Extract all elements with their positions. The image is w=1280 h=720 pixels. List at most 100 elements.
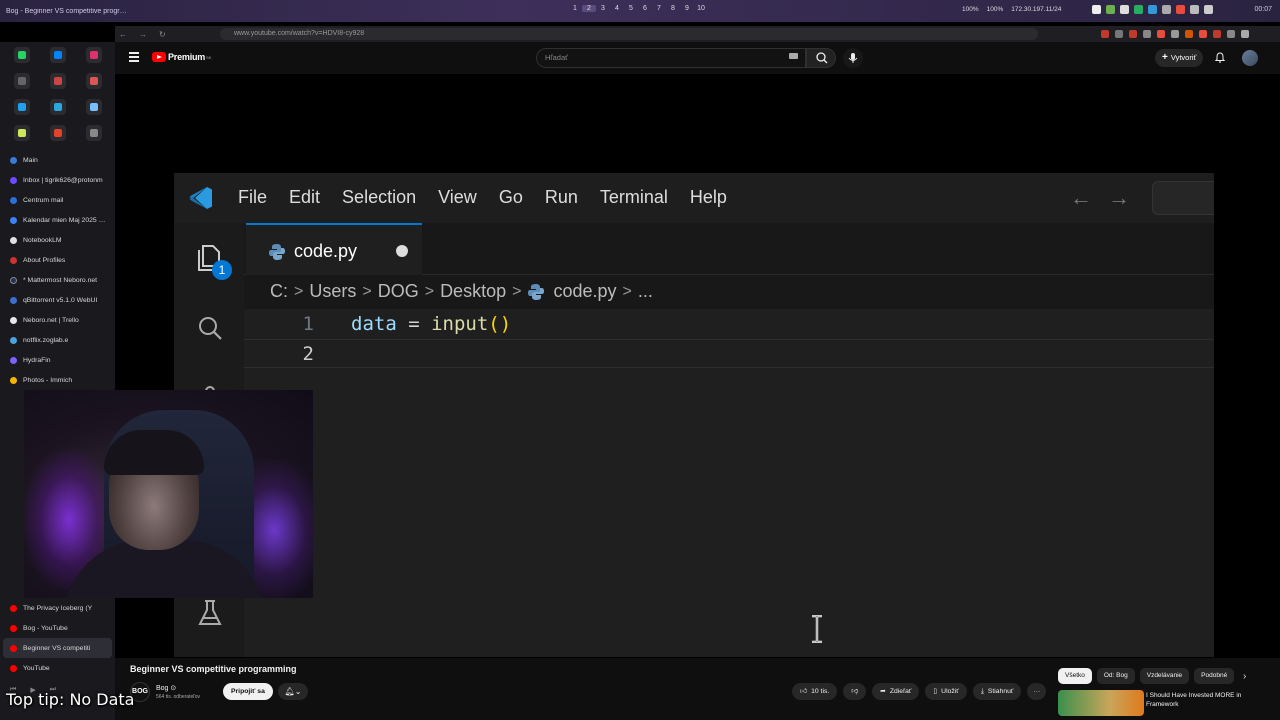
sidebar-item[interactable]: Bog - YouTube	[0, 618, 115, 638]
pinned-app[interactable]	[86, 47, 102, 63]
testing-flask-icon[interactable]	[194, 597, 226, 629]
workspace-10[interactable]: 10	[694, 5, 708, 12]
menu-file[interactable]: File	[238, 187, 267, 208]
tray-icon[interactable]	[1190, 5, 1199, 14]
keyboard-icon[interactable]	[789, 53, 798, 59]
unsaved-dot-icon[interactable]	[396, 245, 408, 257]
sidebar-item[interactable]: Inbox | tigrik626@protonm	[0, 170, 115, 190]
reload-icon[interactable]: ↻	[159, 30, 166, 39]
sidebar-item[interactable]: Main	[0, 150, 115, 170]
workspace-8[interactable]: 8	[666, 5, 680, 12]
hamburger-menu-icon[interactable]	[129, 52, 139, 64]
forward-arrow-icon[interactable]: →	[139, 30, 147, 39]
share-button[interactable]: ➦ Zdieľať	[872, 683, 920, 700]
youtube-logo[interactable]: Premium SK	[152, 52, 211, 62]
like-button[interactable]: 👍︎ 10 tis.	[792, 683, 838, 700]
search-button[interactable]	[806, 48, 836, 68]
create-button[interactable]: + Vytvoriť	[1155, 49, 1204, 67]
code-line-current[interactable]: 2	[244, 339, 1214, 368]
search-icon[interactable]	[194, 313, 226, 345]
breadcrumb-file[interactable]: code.py	[553, 281, 616, 302]
workspace-6[interactable]: 6	[638, 5, 652, 12]
workspace-1[interactable]: 1	[568, 5, 582, 12]
extension-icon[interactable]	[1157, 30, 1165, 38]
pinned-app[interactable]	[86, 125, 102, 141]
pinned-app[interactable]	[50, 73, 66, 89]
sidebar-item[interactable]: About Profiles	[0, 250, 115, 270]
pinned-app[interactable]	[50, 47, 66, 63]
recommendation-thumbnail[interactable]	[1058, 690, 1144, 716]
sidebar-item[interactable]: * Mattermost Neboro.net	[0, 270, 115, 290]
workspace-3[interactable]: 3	[596, 5, 610, 12]
breadcrumb-symbol[interactable]: ...	[638, 281, 653, 302]
extension-icon[interactable]	[1213, 30, 1221, 38]
pinned-app[interactable]	[50, 99, 66, 115]
channel-name[interactable]: Bog ⊙	[156, 684, 176, 692]
workspace-4[interactable]: 4	[610, 5, 624, 12]
tray-icon[interactable]	[1148, 5, 1157, 14]
user-avatar[interactable]	[1242, 50, 1258, 66]
tray-icon[interactable]	[1106, 5, 1115, 14]
chevron-right-icon[interactable]: ›	[1243, 671, 1246, 682]
tray-icon[interactable]	[1092, 5, 1101, 14]
notifications-bell-icon[interactable]	[1215, 52, 1225, 63]
join-button[interactable]: Pripojiť sa	[223, 683, 273, 700]
workspace-9[interactable]: 9	[680, 5, 694, 12]
pinned-app[interactable]	[86, 99, 102, 115]
more-actions-button[interactable]: ···	[1027, 683, 1047, 700]
menu-view[interactable]: View	[438, 187, 477, 208]
tab-code-py[interactable]: code.py	[246, 223, 422, 275]
forward-arrow-icon[interactable]: →	[1108, 185, 1146, 210]
menu-help[interactable]: Help	[690, 187, 727, 208]
menu-go[interactable]: Go	[499, 187, 523, 208]
extension-icon[interactable]	[1101, 30, 1109, 38]
menu-run[interactable]: Run	[545, 187, 578, 208]
pinned-app[interactable]	[14, 99, 30, 115]
chip-related[interactable]: Podobné	[1194, 668, 1235, 684]
download-button[interactable]: ⤓ Stiahnuť	[972, 683, 1022, 700]
menu-edit[interactable]: Edit	[289, 187, 320, 208]
sidebar-item[interactable]: HydraFin	[0, 350, 115, 370]
extension-icon[interactable]	[1143, 30, 1151, 38]
workspace-2[interactable]: 2	[582, 5, 596, 12]
code-editor[interactable]: 1 data = input() 2	[244, 309, 1214, 657]
menu-terminal[interactable]: Terminal	[600, 187, 668, 208]
sidebar-item[interactable]: Photos - Immich	[0, 370, 115, 390]
voice-search-button[interactable]	[843, 48, 863, 68]
workspace-switcher[interactable]: 1 2 3 4 5 6 7 8 9 10	[568, 5, 708, 12]
breadcrumb-desktop[interactable]: Desktop	[440, 281, 506, 302]
dislike-button[interactable]: 👎︎	[843, 683, 867, 700]
code-line[interactable]: 1 data = input()	[244, 310, 1214, 339]
search-input[interactable]: Hľadať	[536, 48, 806, 68]
pinned-app[interactable]	[14, 73, 30, 89]
menu-selection[interactable]: Selection	[342, 187, 416, 208]
sidebar-item[interactable]: Kalendar mien Maj 2025 …	[0, 210, 115, 230]
pinned-app[interactable]	[50, 125, 66, 141]
extension-icon[interactable]	[1171, 30, 1179, 38]
sidebar-item-active[interactable]: Beginner VS competiti	[3, 638, 112, 658]
extension-icon[interactable]	[1199, 30, 1207, 38]
sidebar-item[interactable]: The Privacy Iceberg (Y	[0, 598, 115, 618]
pinned-app[interactable]	[86, 73, 102, 89]
tray-icon[interactable]	[1176, 5, 1185, 14]
tray-icon[interactable]	[1134, 5, 1143, 14]
chip-all[interactable]: Všetko	[1058, 668, 1092, 684]
sidebar-item[interactable]: Centrum mail	[0, 190, 115, 210]
recommendation-title[interactable]: I Should Have Invested MORE in Framework	[1146, 691, 1256, 709]
subscription-bell-button[interactable]: 🔔︎⌄	[278, 683, 308, 700]
extension-icon[interactable]	[1185, 30, 1193, 38]
chip-from-channel[interactable]: Od: Bog	[1096, 668, 1135, 684]
back-arrow-icon[interactable]: ←	[1070, 185, 1108, 210]
save-button[interactable]: ▯ Uložiť	[925, 683, 967, 700]
extension-icon[interactable]	[1115, 30, 1123, 38]
sidebar-item[interactable]: qBittorrent v5.1.0 WebUI	[0, 290, 115, 310]
command-center[interactable]	[1152, 181, 1214, 215]
address-bar[interactable]: www.youtube.com/watch?v=HDVI8-cy928	[220, 28, 1038, 40]
breadcrumb-drive[interactable]: C:	[270, 281, 288, 302]
breadcrumb-dog[interactable]: DOG	[378, 281, 419, 302]
breadcrumb-users[interactable]: Users	[309, 281, 356, 302]
sidebar-item[interactable]: NotebookLM	[0, 230, 115, 250]
pinned-app[interactable]	[14, 125, 30, 141]
pinned-app[interactable]	[14, 47, 30, 63]
back-arrow-icon[interactable]: ←	[119, 30, 127, 39]
